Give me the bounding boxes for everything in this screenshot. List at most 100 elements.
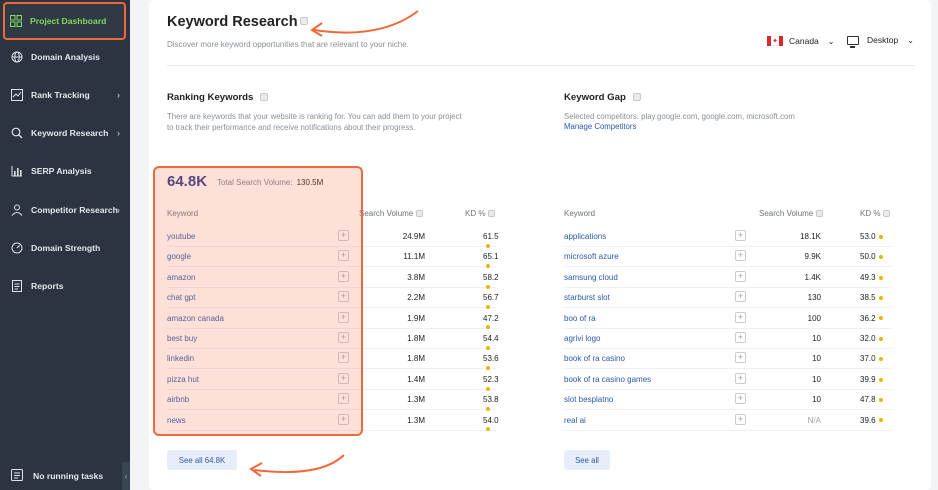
add-keyword-button[interactable]: +	[735, 413, 746, 425]
page-title: Keyword Research	[167, 14, 298, 30]
page-subtitle: Discover more keyword opportunities that…	[167, 40, 409, 49]
add-keyword-button[interactable]: +	[735, 230, 746, 241]
add-keyword-button[interactable]: +	[735, 291, 746, 303]
sidebar-item-label: Domain Analysis	[31, 52, 100, 62]
sidebar-item-domain-analysis[interactable]: Domain Analysis	[6, 42, 124, 72]
sidebar-item-label: Project Dashboard	[30, 16, 107, 26]
table-row: microsoft azure +9.9K 50.0	[564, 247, 892, 268]
kd-indicator-dot	[878, 357, 883, 362]
running-tasks[interactable]: No running tasks	[0, 462, 130, 490]
search-volume-value: 1.8M	[407, 334, 425, 343]
sidebar-item-rank-tracking[interactable]: Rank Tracking ›	[6, 80, 124, 110]
search-volume-value: 1.4K	[804, 272, 821, 282]
kd-indicator-dot	[878, 377, 883, 382]
keyword-link[interactable]: slot besplatno	[564, 395, 613, 404]
keyword-link[interactable]: real ai	[564, 416, 586, 425]
search-volume-value: 1.3M	[407, 415, 425, 425]
search-volume-value: 10	[812, 395, 821, 405]
keyword-link[interactable]: applications	[564, 232, 606, 241]
sidebar-item-reports[interactable]: Reports	[6, 271, 124, 301]
manage-competitors-link[interactable]: Manage Competitors	[564, 122, 636, 131]
country-selector[interactable]: ✦ Canada ⌄	[767, 36, 834, 46]
kd-value: 37.0	[860, 354, 883, 363]
user-icon	[10, 203, 24, 217]
kd-value: 39.9	[860, 375, 883, 384]
canada-flag-icon: ✦	[767, 36, 783, 46]
annotation-arrow-icon	[249, 454, 345, 477]
add-keyword-button[interactable]: +	[735, 250, 746, 262]
see-all-ranking-button[interactable]: See all 64.8K	[167, 450, 237, 470]
document-icon	[10, 279, 24, 293]
add-keyword-button[interactable]: +	[735, 332, 746, 343]
kd-value: 53.0	[860, 232, 883, 241]
device-selector[interactable]: Desktop ⌄	[847, 35, 914, 48]
chart-box-icon	[10, 88, 24, 102]
column-header-kd[interactable]: KD %	[860, 209, 891, 218]
search-volume-value: 130	[807, 293, 821, 303]
sidebar-item-label: Reports	[31, 281, 64, 291]
search-volume-value: 10	[812, 334, 821, 343]
keyword-link[interactable]: starburst slot	[564, 293, 610, 302]
keyword-link[interactable]: microsoft azure	[564, 252, 619, 261]
add-keyword-button[interactable]: +	[735, 352, 746, 364]
sidebar-item-competitor-research[interactable]: Competitor Research ›	[6, 195, 124, 225]
collapse-sidebar-button[interactable]: ‹	[122, 462, 130, 490]
bar-chart-icon	[10, 164, 24, 178]
add-keyword-button[interactable]: +	[735, 270, 746, 282]
table-row: boo of ra +100 36.2	[564, 309, 892, 329]
sidebar-item-project-dashboard[interactable]: Project Dashboard	[3, 2, 126, 40]
info-icon	[416, 210, 424, 217]
add-keyword-button[interactable]: +	[735, 311, 746, 323]
search-volume-value: 2.2M	[407, 293, 425, 303]
add-keyword-button[interactable]: +	[735, 393, 746, 405]
table-row: slot besplatno +10 47.8	[564, 390, 892, 411]
keyword-link[interactable]: book of ra casino	[564, 354, 625, 363]
chevron-down-icon: ⌄	[907, 35, 914, 45]
grid-icon	[9, 14, 23, 28]
search-volume-value: 24.9M	[402, 232, 425, 241]
kd-indicator-dot	[878, 275, 883, 280]
search-volume-value: 100	[807, 313, 821, 323]
kd-value: 32.0	[860, 334, 883, 343]
see-all-gap-button[interactable]: See all	[564, 450, 610, 470]
column-header-search-volume[interactable]: Search Volume	[759, 209, 824, 218]
running-tasks-label: No running tasks	[33, 471, 104, 481]
annotation-arrow-icon	[310, 10, 419, 37]
keyword-link[interactable]: samsung cloud	[564, 273, 618, 282]
kd-value: 50.0	[860, 252, 883, 261]
keyword-link[interactable]: book of ra casino games	[564, 375, 651, 384]
column-header-kd[interactable]: KD %	[465, 209, 496, 218]
kd-value: 54.0	[483, 416, 499, 434]
sidebar-item-label: Competitor Research	[31, 205, 118, 215]
highlight-box	[153, 166, 363, 436]
sidebar-item-label: Domain Strength	[31, 243, 101, 253]
sidebar-item-serp-analysis[interactable]: SERP Analysis	[6, 156, 124, 186]
chevron-down-icon: ⌄	[827, 36, 835, 46]
table-row: applications +18.1K 53.0	[564, 227, 892, 247]
info-icon[interactable]	[260, 93, 269, 102]
search-volume-value: 3.8M	[407, 272, 425, 282]
search-volume-value: 10	[812, 354, 821, 364]
sidebar-item-domain-strength[interactable]: Domain Strength	[6, 233, 124, 263]
column-header-search-volume[interactable]: Search Volume	[359, 209, 424, 218]
sidebar: Project Dashboard Domain Analysis Rank T…	[0, 0, 130, 490]
search-volume-value: 18.1K	[800, 232, 821, 241]
keyword-link[interactable]: boo of ra	[564, 314, 596, 323]
tasks-icon	[11, 469, 23, 483]
keyword-link[interactable]: agrivi logo	[564, 334, 600, 343]
country-label: Canada	[789, 36, 819, 46]
kd-indicator-dot	[878, 398, 883, 403]
column-header-keyword: Keyword	[564, 209, 596, 218]
search-volume-value: 1.3M	[407, 395, 425, 405]
keyword-gap-title: Keyword Gap	[564, 92, 641, 103]
sidebar-item-label: Rank Tracking	[31, 90, 90, 100]
add-keyword-button[interactable]: +	[735, 372, 746, 384]
kd-value: 38.5	[860, 293, 883, 302]
kd-indicator-dot	[878, 296, 883, 301]
sidebar-item-keyword-research[interactable]: Keyword Research ›	[6, 118, 124, 148]
table-row: samsung cloud +1.4K 49.3	[564, 268, 892, 288]
search-volume-value: 11.1M	[403, 252, 425, 262]
table-row: book of ra casino +10 37.0	[564, 349, 892, 370]
ranking-keywords-description: There are keywords that your website is …	[167, 112, 462, 132]
info-icon[interactable]	[632, 93, 641, 102]
